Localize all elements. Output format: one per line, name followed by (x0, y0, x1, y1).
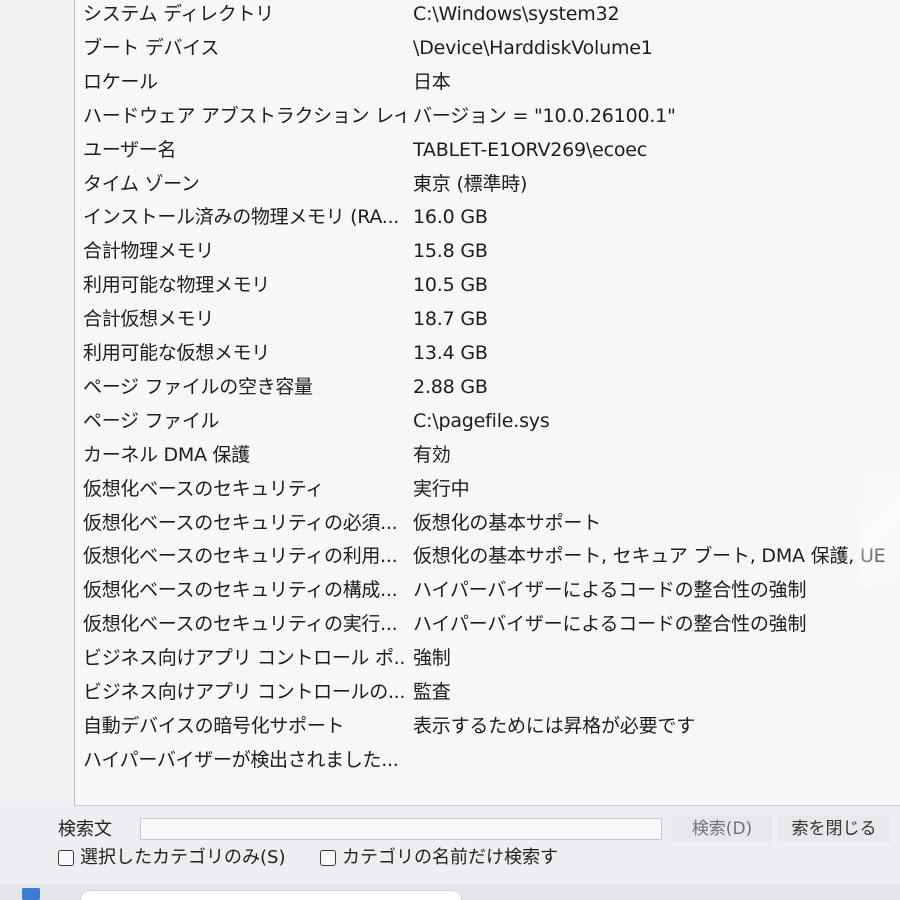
row-item-name: ハイパーバイザーが検出されました... (83, 748, 399, 771)
checkbox-icon (320, 850, 336, 866)
summary-row[interactable]: 利用可能な物理メモリ 10.5 GB (75, 268, 900, 302)
row-item-name: 利用可能な物理メモリ (83, 274, 271, 297)
row-item-name: 合計仮想メモリ (83, 308, 214, 331)
row-item-value: 18.7 GB (413, 308, 488, 331)
row-item-value: ハイパーバイザーによるコードの整合性の強制 (413, 579, 807, 602)
row-item-name: 仮想化ベースのセキュリティの必須... (83, 511, 398, 534)
row-item-name: 仮想化ベースのセキュリティ (83, 477, 325, 500)
summary-row[interactable]: ユーザー名 TABLET-E1ORV269\ecoec (75, 133, 900, 167)
search-label: 検索文 (58, 819, 112, 840)
row-item-value: バージョン = "10.0.26100.1" (413, 104, 676, 127)
summary-row[interactable]: 合計物理メモリ 15.8 GB (75, 234, 900, 268)
row-item-value: C:\Windows\system32 (413, 3, 620, 25)
row-item-value: 日本 (413, 70, 451, 93)
system-summary-list: システム ディレクトリ C:\Windows\system32 ブート デバイス \D… (74, 0, 900, 806)
row-item-name: 利用可能な仮想メモリ (83, 342, 271, 364)
summary-row[interactable]: ページ ファイル C:\pagefile.sys (75, 404, 900, 438)
row-item-value: \Device\HarddiskVolume1 (413, 36, 653, 59)
row-item-value: ハイパーバイザーによるコードの整合性の強制 (413, 613, 807, 636)
row-item-name: ブート デバイス (83, 36, 220, 59)
row-item-name: タイム ゾーン (83, 172, 200, 195)
row-item-value: 実行中 (413, 477, 470, 500)
summary-row[interactable]: カーネル DMA 保護 有効 (75, 438, 900, 472)
summary-row[interactable]: 利用可能な仮想メモリ 13.4 GB (75, 336, 900, 370)
summary-row[interactable]: システム ディレクトリ C:\Windows\system32 (75, 0, 900, 31)
row-item-name: 仮想化ベースのセキュリティの実行... (83, 613, 398, 636)
row-item-name: 自動デバイスの暗号化サポート (83, 714, 345, 737)
windows-start-icon[interactable] (22, 888, 40, 900)
system-information-window: システム ディレクトリ C:\Windows\system32 ブート デバイス \D… (0, 0, 900, 900)
summary-row[interactable]: ブート デバイス \Device\HarddiskVolume1 (75, 31, 900, 65)
row-item-value: 強制 (413, 647, 451, 670)
row-item-name: ロケール (83, 70, 158, 93)
summary-row[interactable]: ビジネス向けアプリ コントロール ポ... 強制 (75, 641, 900, 675)
row-item-name: 合計物理メモリ (83, 240, 214, 263)
category-names-only-label: カテゴリの名前だけ検索す (342, 847, 558, 868)
row-item-name: ビジネス向けアプリ コントロールの... (83, 681, 405, 703)
summary-row[interactable]: ロケール 日本 (75, 65, 900, 99)
row-item-value: 13.4 GB (413, 342, 488, 364)
row-item-value: C:\pagefile.sys (413, 409, 550, 432)
row-item-name: 仮想化ベースのセキュリティの構成... (83, 579, 398, 602)
row-item-name: ページ ファイル (83, 409, 220, 432)
row-item-name: ビジネス向けアプリ コントロール ポ... (83, 647, 405, 670)
row-item-value: 表示するためには昇格が必要です (413, 714, 696, 737)
row-item-value: 16.0 GB (413, 206, 488, 229)
summary-row[interactable]: 仮想化ベースのセキュリティの必須... 仮想化の基本サポート (75, 506, 900, 540)
row-item-value: 15.8 GB (413, 240, 488, 263)
row-item-value: 2.88 GB (413, 375, 488, 398)
row-item-value: 仮想化の基本サポート, セキュア ブート, DMA 保護, UE (413, 545, 886, 568)
row-item-name: ページ ファイルの空き容量 (83, 375, 313, 398)
summary-row[interactable]: 仮想化ベースのセキュリティの利用... 仮想化の基本サポート, セキュア ブート,… (75, 539, 900, 573)
row-item-name: システム ディレクトリ (83, 3, 274, 25)
row-item-value: 東京 (標準時) (413, 172, 528, 195)
checkbox-icon (58, 850, 74, 866)
summary-row[interactable]: 自動デバイスの暗号化サポート 表示するためには昇格が必要です (75, 709, 900, 743)
taskbar-search-box[interactable] (80, 890, 462, 900)
summary-row[interactable]: ビジネス向けアプリ コントロールの... 監査 (75, 675, 900, 709)
selected-category-only-checkbox[interactable]: 選択したカテゴリのみ(S) (58, 846, 285, 870)
row-item-value: 有効 (413, 443, 451, 466)
summary-row[interactable]: ページ ファイルの空き容量 2.88 GB (75, 370, 900, 404)
summary-row[interactable]: インストール済みの物理メモリ (RA... 16.0 GB (75, 200, 900, 234)
row-item-value: 仮想化の基本サポート (413, 511, 602, 534)
summary-row[interactable]: ハイパーバイザーが検出されました... (75, 743, 900, 777)
row-item-name: カーネル DMA 保護 (83, 443, 250, 466)
row-item-value: 監査 (413, 681, 451, 703)
summary-row[interactable]: タイム ゾーン 東京 (標準時) (75, 167, 900, 201)
summary-row[interactable]: 合計仮想メモリ 18.7 GB (75, 302, 900, 336)
summary-row[interactable]: ハードウェア アブストラクション レイ... バージョン = "10.0.2610… (75, 99, 900, 133)
search-button[interactable]: 検索(D) (672, 816, 772, 842)
row-item-name: 仮想化ベースのセキュリティの利用... (83, 545, 398, 568)
summary-row[interactable]: 仮想化ベースのセキュリティの構成... ハイパーバイザーによるコードの整合性の強制 (75, 573, 900, 607)
search-input[interactable] (140, 818, 662, 840)
close-find-button[interactable]: 索を閉じる (778, 816, 890, 842)
row-item-value: TABLET-E1ORV269\ecoec (413, 138, 648, 161)
row-item-name: ハードウェア アブストラクション レイ... (83, 104, 405, 127)
category-tree-pane (0, 0, 74, 805)
selected-category-only-label: 選択したカテゴリのみ(S) (80, 847, 286, 868)
row-item-name: インストール済みの物理メモリ (RA... (83, 206, 399, 229)
category-names-only-checkbox[interactable]: カテゴリの名前だけ検索す (320, 846, 558, 870)
row-item-value: 10.5 GB (413, 274, 488, 297)
summary-row[interactable]: 仮想化ベースのセキュリティの実行... ハイパーバイザーによるコードの整合性の強制 (75, 607, 900, 641)
row-item-name: ユーザー名 (83, 138, 177, 161)
summary-row[interactable]: 仮想化ベースのセキュリティ 実行中 (75, 472, 900, 506)
